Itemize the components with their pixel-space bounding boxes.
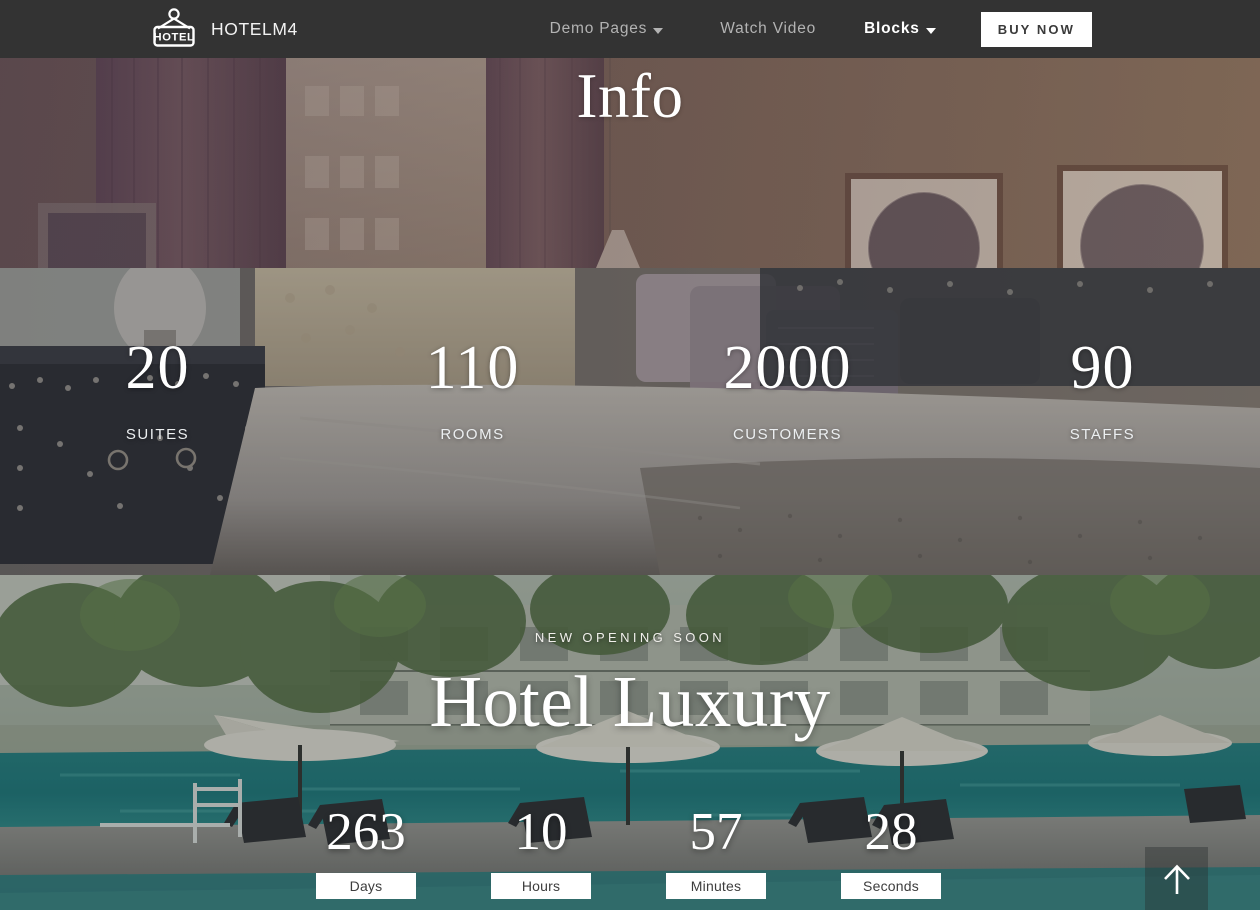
- arrow-up-icon: [1163, 864, 1190, 894]
- nav-item-label: Demo Pages: [549, 20, 648, 37]
- page-title: Info: [576, 61, 684, 131]
- nav-item-demo-pages[interactable]: Demo Pages: [550, 20, 664, 38]
- counter-value: 2000: [723, 334, 852, 402]
- countdown-seconds: 28 Seconds: [841, 806, 941, 899]
- nav-item-watch-video[interactable]: Watch Video: [720, 20, 816, 38]
- nav-item-blocks[interactable]: Blocks: [864, 20, 936, 38]
- countdown-minutes: 57 Minutes: [666, 806, 766, 899]
- counter-item: 90 STAFFS: [945, 334, 1260, 444]
- countdown-value: 10: [514, 803, 568, 861]
- countdown-value: 263: [326, 803, 406, 861]
- counters-section: 20 SUITES 110 ROOMS 2000 CUSTOMERS 90 ST…: [0, 268, 1260, 575]
- nav-item-label: Watch Video: [720, 20, 817, 37]
- countdown-label: Minutes: [666, 873, 766, 899]
- counter-label: STAFFS: [1069, 426, 1136, 444]
- kicker-text: NEW OPENING SOON: [534, 630, 726, 645]
- buy-now-button[interactable]: BUY NOW: [980, 11, 1092, 47]
- countdown-section: NEW OPENING SOON Hotel Luxury 263 Days 1…: [0, 575, 1260, 910]
- nav-links: Demo Pages Watch Video Blocks BUY NOW: [550, 11, 1092, 47]
- countdown-value: 28: [864, 803, 918, 861]
- counter-row: 20 SUITES 110 ROOMS 2000 CUSTOMERS 90 ST…: [0, 334, 1260, 444]
- pool-title: Hotel Luxury: [429, 661, 831, 742]
- counter-item: 110 ROOMS: [315, 334, 630, 444]
- counter-value: 20: [125, 334, 190, 402]
- countdown-timer: 263 Days 10 Hours 57 Minutes 28 Seconds: [316, 806, 941, 899]
- nav-item-label: Blocks: [864, 20, 920, 37]
- top-navbar: HOTEL HOTELM4 Demo Pages Watch Video Blo…: [0, 0, 1260, 58]
- countdown-hours: 10 Hours: [491, 806, 591, 899]
- countdown-value: 57: [689, 803, 743, 861]
- countdown-label: Days: [316, 873, 416, 899]
- svg-text:HOTEL: HOTEL: [154, 32, 195, 44]
- counter-value: 90: [1070, 334, 1135, 402]
- brand-name: HOTELM4: [211, 18, 298, 39]
- counter-item: 20 SUITES: [0, 334, 315, 444]
- counter-label: SUITES: [125, 426, 190, 444]
- info-hero-section: Info: [0, 58, 1260, 268]
- chevron-down-icon: [653, 27, 664, 34]
- countdown-label: Seconds: [841, 873, 941, 899]
- chevron-down-icon: [925, 27, 936, 34]
- counter-item: 2000 CUSTOMERS: [630, 334, 945, 444]
- scroll-to-top-button[interactable]: [1145, 847, 1208, 910]
- countdown-label: Hours: [491, 873, 591, 899]
- hotel-sign-icon: HOTEL: [148, 7, 200, 51]
- counter-label: ROOMS: [440, 426, 505, 444]
- countdown-days: 263 Days: [316, 806, 416, 899]
- brand-logo[interactable]: HOTEL HOTELM4: [148, 7, 298, 51]
- counter-value: 110: [425, 334, 520, 402]
- counter-label: CUSTOMERS: [732, 426, 843, 444]
